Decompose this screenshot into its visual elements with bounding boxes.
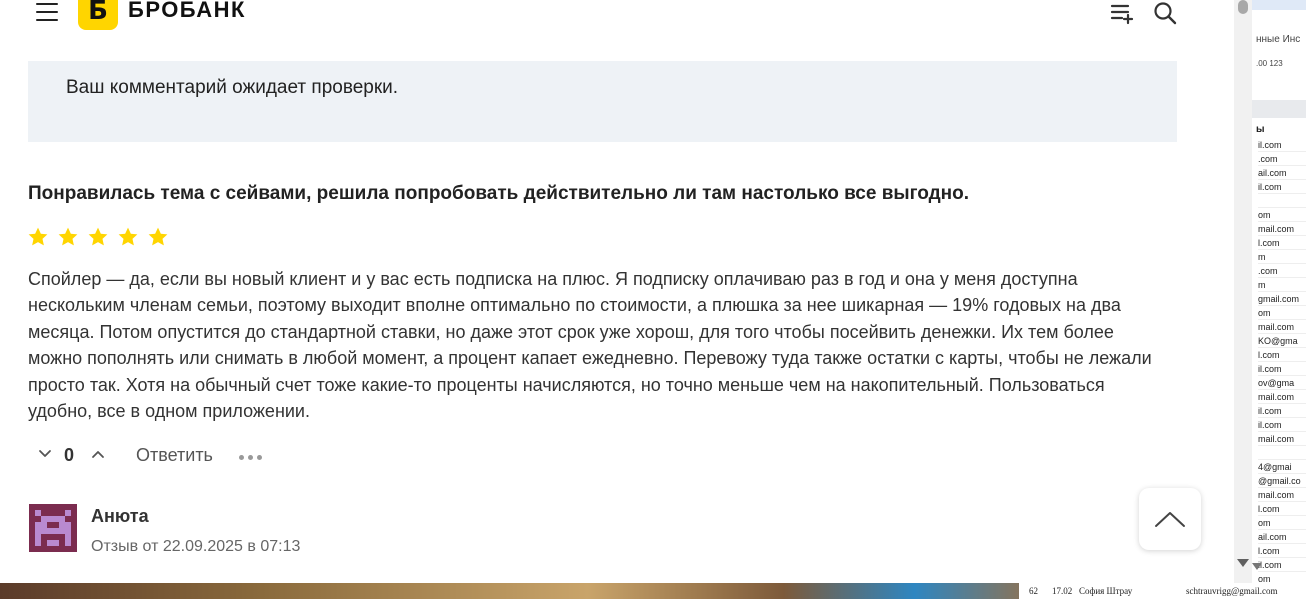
- vote-up-icon[interactable]: [90, 446, 106, 462]
- spreadsheet-cell: .com: [1258, 264, 1306, 278]
- star-icon: [88, 227, 108, 246]
- more-options-icon[interactable]: [239, 455, 262, 460]
- star-icon: [118, 227, 138, 246]
- spreadsheet-cell: om: [1258, 516, 1306, 530]
- rating-stars: [27, 226, 169, 248]
- spreadsheet-cell: il.com: [1258, 362, 1306, 376]
- spreadsheet-menu: нные Инс: [1256, 34, 1301, 45]
- spreadsheet-cell: ail.com: [1258, 530, 1306, 544]
- scroll-top-button[interactable]: [1139, 488, 1201, 550]
- spreadsheet-cell: m: [1258, 278, 1306, 292]
- spreadsheet-cell: mail.com: [1258, 488, 1306, 502]
- review-title: Понравилась тема с сейвами, решила попро…: [28, 183, 970, 204]
- star-icon: [58, 227, 78, 246]
- spreadsheet-cell: il.com: [1258, 404, 1306, 418]
- spreadsheet-cell: ov@gma: [1258, 376, 1306, 390]
- row-number: 62: [1029, 586, 1038, 596]
- menu-icon[interactable]: [36, 3, 58, 21]
- reply-button[interactable]: Ответить: [136, 445, 213, 466]
- logo-text[interactable]: БРОБАНК: [128, 0, 246, 23]
- scroll-down-arrow-icon[interactable]: [1237, 559, 1249, 567]
- moderation-notice: Ваш комментарий ожидает проверки.: [28, 61, 1177, 142]
- spreadsheet-cell: l.com: [1258, 502, 1306, 516]
- review-author: Анюта: [91, 506, 149, 526]
- spreadsheet-header-cell: ы: [1256, 124, 1265, 135]
- spreadsheet-toolbar: .00 123: [1256, 59, 1283, 68]
- spreadsheet-cell: il.com: [1258, 180, 1306, 194]
- spreadsheet-cell: m: [1258, 250, 1306, 264]
- spreadsheet-cell: mail.com: [1258, 222, 1306, 236]
- spreadsheet-cell: .com: [1258, 152, 1306, 166]
- review-text: Спойлер — да, если вы новый клиент и у в…: [28, 269, 1152, 422]
- spreadsheet-column-header: [1252, 100, 1306, 118]
- spreadsheet-cell: l.com: [1258, 348, 1306, 362]
- star-icon: [148, 227, 168, 246]
- playlist-add-icon[interactable]: [1110, 1, 1134, 25]
- spreadsheet-cell: il.com: [1258, 558, 1306, 572]
- spreadsheet-cell: l.com: [1258, 544, 1306, 558]
- desktop-wallpaper-strip: 62 17.02 София Штрау schtrauvrigg@gmail.…: [0, 583, 1306, 599]
- row-name: София Штрау: [1079, 586, 1133, 596]
- spreadsheet-cell: il.com: [1258, 418, 1306, 432]
- review-date: Отзыв от 22.09.2025 в 07:13: [91, 538, 301, 555]
- spreadsheet-titlebar: [1252, 0, 1306, 10]
- spreadsheet-cells: il.com .com ail.com il.com om mail.com l.com m.…: [1258, 138, 1306, 583]
- chevron-up-icon: [1155, 512, 1185, 527]
- vote-down-icon[interactable]: [37, 446, 53, 462]
- spreadsheet-cell: gmail.com: [1258, 292, 1306, 306]
- logo-badge[interactable]: Б: [78, 0, 118, 30]
- row-email: schtrauvrigg@gmail.com: [1186, 586, 1278, 596]
- spreadsheet-cell: mail.com: [1258, 320, 1306, 334]
- spreadsheet-cell: [1258, 446, 1306, 460]
- spreadsheet-cell: om: [1258, 306, 1306, 320]
- spreadsheet-cell: mail.com: [1258, 432, 1306, 446]
- background-spreadsheet-window: нные Инс .00 123 ы il.com .com ail.com il.c…: [1252, 0, 1306, 583]
- avatar: [29, 504, 77, 552]
- spreadsheet-cell: KO@gma: [1258, 334, 1306, 348]
- spreadsheet-cell: 4@gmai: [1258, 460, 1306, 474]
- spreadsheet-cell: [1258, 194, 1306, 208]
- spreadsheet-bottom-row: 62 17.02 София Штрау schtrauvrigg@gmail.…: [1019, 583, 1306, 599]
- spreadsheet-cell: l.com: [1258, 236, 1306, 250]
- scrollbar-thumb[interactable]: [1238, 0, 1248, 14]
- vote-count: 0: [64, 445, 75, 465]
- row-value: 17.02: [1052, 586, 1073, 596]
- review-actions: 0 Ответить: [28, 442, 428, 470]
- spreadsheet-scroll-arrow-icon: [1252, 563, 1262, 570]
- spreadsheet-cell: mail.com: [1258, 390, 1306, 404]
- spreadsheet-cell: ail.com: [1258, 166, 1306, 180]
- site-header: Б БРОБАНК: [0, 0, 1234, 30]
- search-icon[interactable]: [1153, 1, 1177, 25]
- spreadsheet-cell: om: [1258, 572, 1306, 583]
- spreadsheet-cell: il.com: [1258, 138, 1306, 152]
- spreadsheet-cell: @gmail.co: [1258, 474, 1306, 488]
- star-icon: [28, 227, 48, 246]
- spreadsheet-cell: om: [1258, 208, 1306, 222]
- page-scrollbar[interactable]: [1234, 0, 1252, 583]
